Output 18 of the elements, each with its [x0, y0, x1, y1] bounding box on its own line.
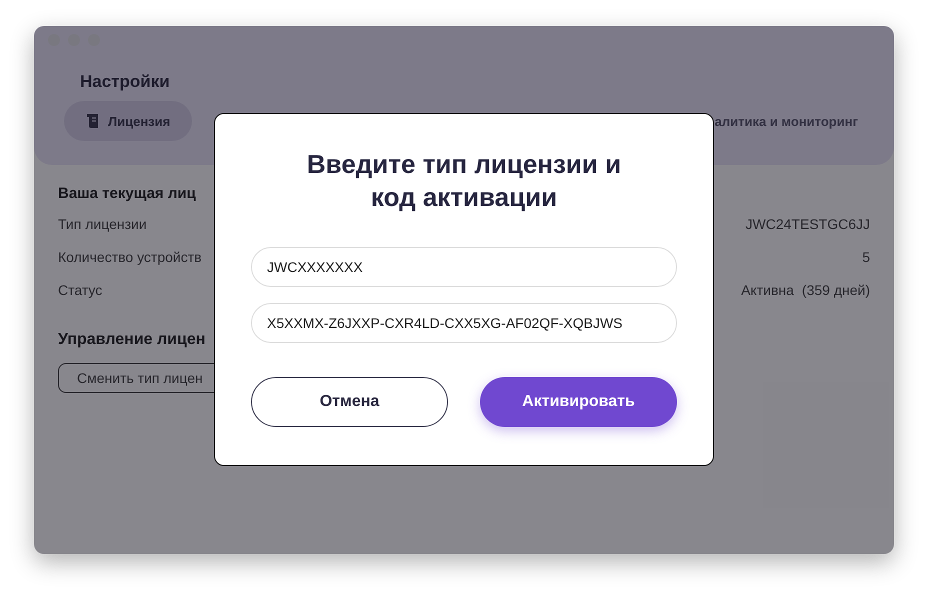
scroll-icon [86, 113, 100, 129]
row-note: (359 дней) [802, 282, 870, 298]
section-heading: Управление лицен [58, 331, 206, 349]
row-value: Активна [741, 282, 794, 298]
settings-tab[interactable]: Лицензия [64, 101, 192, 141]
row-label: Тип лицензии [58, 216, 147, 232]
activate-button[interactable]: Активировать [480, 377, 677, 427]
row-value: JWC24TESTGC6JJ [746, 216, 870, 232]
row-label: Количество устройств [58, 249, 202, 265]
settings-tab[interactable]: алитика и мониторинг [714, 101, 858, 141]
window-title: Настройки [80, 72, 171, 92]
cancel-button[interactable]: Отмена [251, 377, 448, 427]
row-value: 5 [862, 249, 870, 265]
input-field[interactable]: JWCXXXXXXX [251, 247, 677, 287]
row-label: Статус [58, 282, 102, 298]
dialog-title: Введите тип лицензии и код активации [306, 148, 622, 214]
input-field[interactable]: X5XXMX-Z6JXXP-CXR4LD-CXX5XG-AF02QF-XQBJWS [251, 303, 677, 343]
section-heading: Ваша текущая лиц [58, 185, 196, 202]
